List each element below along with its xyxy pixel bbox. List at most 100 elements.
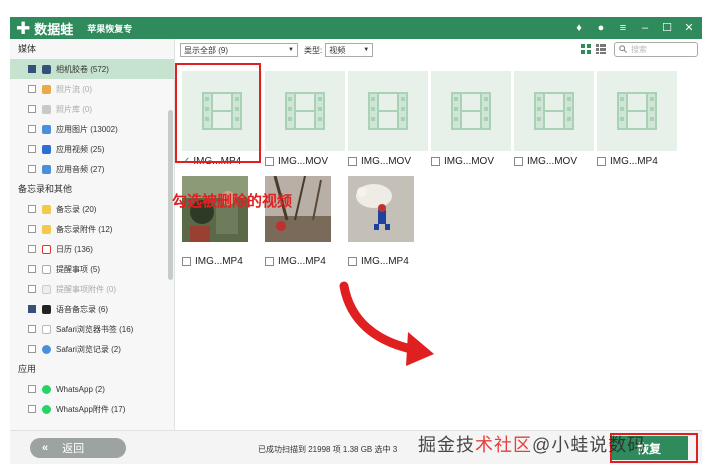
view-toggle bbox=[581, 44, 606, 54]
sidebar-item-photo-stream[interactable]: 照片流 (0) bbox=[10, 79, 174, 99]
type-select-value: 视频 bbox=[329, 45, 346, 55]
window-controls: ♦ ● ≡ – ☐ ✕ bbox=[572, 20, 696, 36]
app-audio-icon bbox=[42, 164, 51, 174]
app-videos-icon bbox=[42, 144, 51, 154]
sidebar-checkbox[interactable] bbox=[28, 305, 36, 313]
filter-select[interactable]: 显示全部 (9) ▼ bbox=[180, 43, 298, 57]
file-tile[interactable]: IMG...MP4 bbox=[597, 71, 677, 167]
list-view-icon[interactable] bbox=[596, 44, 606, 54]
sidebar-checkbox[interactable] bbox=[28, 285, 36, 293]
sidebar-checkbox[interactable] bbox=[28, 265, 36, 273]
file-checkbox[interactable] bbox=[514, 156, 523, 166]
file-tile[interactable]: IMG...MP4 bbox=[348, 176, 428, 267]
safari-bookmark-icon bbox=[42, 324, 51, 334]
video-thumbnail[interactable] bbox=[431, 71, 511, 151]
film-icon bbox=[617, 92, 657, 130]
sidebar-item-notes[interactable]: 备忘录 (20) bbox=[10, 199, 174, 219]
film-icon bbox=[285, 92, 325, 130]
film-icon bbox=[368, 92, 408, 130]
diamond-icon[interactable]: ♦ bbox=[572, 20, 586, 36]
sidebar-checkbox[interactable] bbox=[28, 85, 36, 93]
whatsapp-icon bbox=[42, 384, 51, 394]
sidebar-item-label: 提醒事项附件 (0) bbox=[56, 284, 116, 294]
menu-icon[interactable]: ≡ bbox=[616, 20, 630, 36]
sidebar-checkbox[interactable] bbox=[28, 385, 36, 393]
sidebar-item-whatsapp-attachment[interactable]: WhatsApp附件 (17) bbox=[10, 399, 174, 419]
file-checkbox[interactable] bbox=[182, 256, 191, 266]
file-tile[interactable]: IMG...MOV bbox=[348, 71, 428, 167]
chevron-down-icon: ▼ bbox=[288, 47, 294, 53]
sidebar-item-notes-attachment[interactable]: 备忘录附件 (12) bbox=[10, 219, 174, 239]
sidebar-checkbox[interactable] bbox=[28, 145, 36, 153]
sidebar-item-app-videos[interactable]: 应用视频 (25) bbox=[10, 139, 174, 159]
photo-library-icon bbox=[42, 104, 51, 114]
double-chevron-left-icon: « bbox=[42, 442, 49, 454]
video-thumbnail[interactable] bbox=[265, 71, 345, 151]
sidebar-checkbox[interactable] bbox=[28, 325, 36, 333]
file-checkbox[interactable] bbox=[265, 256, 274, 266]
type-select[interactable]: 视频 ▼ bbox=[325, 43, 374, 57]
maximize-icon[interactable]: ☐ bbox=[660, 20, 674, 36]
video-thumbnail[interactable] bbox=[514, 71, 594, 151]
search-icon bbox=[619, 44, 627, 55]
video-thumbnail[interactable] bbox=[348, 71, 428, 151]
scan-status: 已成功扫描到 21998 项 1.38 GB 选中 3 bbox=[258, 445, 398, 454]
sidebar-checkbox[interactable] bbox=[28, 245, 36, 253]
file-name: IMG...MP4 bbox=[278, 255, 326, 267]
file-tile[interactable]: IMG...MOV bbox=[514, 71, 594, 167]
sidebar-item-reminders[interactable]: 提醒事项 (5) bbox=[10, 259, 174, 279]
sidebar-item-photo-library[interactable]: 照片库 (0) bbox=[10, 99, 174, 119]
file-tile[interactable]: IMG...MOV bbox=[265, 71, 345, 167]
video-thumbnail[interactable] bbox=[597, 71, 677, 151]
file-checkbox[interactable] bbox=[348, 156, 357, 166]
sidebar-item-app-images[interactable]: 应用图片 (13002) bbox=[10, 119, 174, 139]
sidebar-item-reminders-attachment[interactable]: 提醒事项附件 (0) bbox=[10, 279, 174, 299]
film-icon bbox=[534, 92, 574, 130]
sidebar-checkbox[interactable] bbox=[28, 205, 36, 213]
sidebar-checkbox[interactable] bbox=[28, 65, 36, 73]
sidebar-checkbox[interactable] bbox=[28, 405, 36, 413]
voice-memo-icon bbox=[42, 304, 51, 314]
sidebar-checkbox[interactable] bbox=[28, 125, 36, 133]
sidebar-item-label: 照片库 (0) bbox=[56, 104, 92, 114]
camera-roll-icon bbox=[42, 64, 51, 74]
sidebar-item-label: Safari浏览器书签 (16) bbox=[56, 324, 134, 334]
sidebar-item-label: WhatsApp (2) bbox=[56, 384, 105, 394]
grid-view-icon[interactable] bbox=[581, 44, 591, 54]
reminders-attachment-icon bbox=[42, 284, 51, 294]
app-subtitle: 苹果恢复专 bbox=[87, 23, 133, 34]
sidebar-item-camera-roll[interactable]: 相机胶卷 (572) bbox=[10, 59, 174, 79]
sidebar-item-safari-history[interactable]: Safari浏览记录 (2) bbox=[10, 339, 174, 359]
file-checkbox[interactable] bbox=[597, 156, 606, 166]
file-checkbox[interactable] bbox=[265, 156, 274, 166]
highlight-box bbox=[175, 63, 261, 163]
sidebar-checkbox[interactable] bbox=[28, 345, 36, 353]
back-button[interactable]: « 返回 bbox=[30, 438, 126, 458]
sidebar-item-label: 备忘录 (20) bbox=[56, 204, 97, 214]
minimize-icon[interactable]: – bbox=[638, 20, 652, 36]
sidebar-item-label: 应用图片 (13002) bbox=[56, 124, 118, 134]
sidebar-item-whatsapp[interactable]: WhatsApp (2) bbox=[10, 379, 174, 399]
file-checkbox[interactable] bbox=[348, 256, 357, 266]
group-title-media: 媒体 bbox=[18, 44, 37, 54]
sidebar-item-app-audio[interactable]: 应用音频 (27) bbox=[10, 159, 174, 179]
file-caption: IMG...MOV bbox=[514, 155, 594, 167]
sidebar-item-safari-bookmark[interactable]: Safari浏览器书签 (16) bbox=[10, 319, 174, 339]
sidebar-item-voice-memo[interactable]: 语音备忘录 (6) bbox=[10, 299, 174, 319]
close-icon[interactable]: ✕ bbox=[682, 20, 696, 36]
file-checkbox[interactable] bbox=[431, 156, 440, 166]
sidebar-checkbox[interactable] bbox=[28, 225, 36, 233]
file-name: IMG...MP4 bbox=[195, 255, 243, 267]
arrow-annotation-icon bbox=[339, 281, 434, 366]
sidebar-item-calendar[interactable]: 日历 (136) bbox=[10, 239, 174, 259]
sidebar-checkbox[interactable] bbox=[28, 105, 36, 113]
sidebar-item-label: 照片流 (0) bbox=[56, 84, 92, 94]
filter-select-value: 显示全部 (9) bbox=[184, 45, 228, 55]
back-button-label: 返回 bbox=[62, 443, 85, 455]
file-tile[interactable]: IMG...MOV bbox=[431, 71, 511, 167]
photo-thumbnail[interactable] bbox=[348, 176, 414, 242]
plus-logo-icon: ✚ bbox=[16, 18, 31, 38]
chat-icon[interactable]: ● bbox=[594, 20, 608, 36]
search-input[interactable]: 搜索 bbox=[614, 42, 698, 57]
sidebar-checkbox[interactable] bbox=[28, 165, 36, 173]
